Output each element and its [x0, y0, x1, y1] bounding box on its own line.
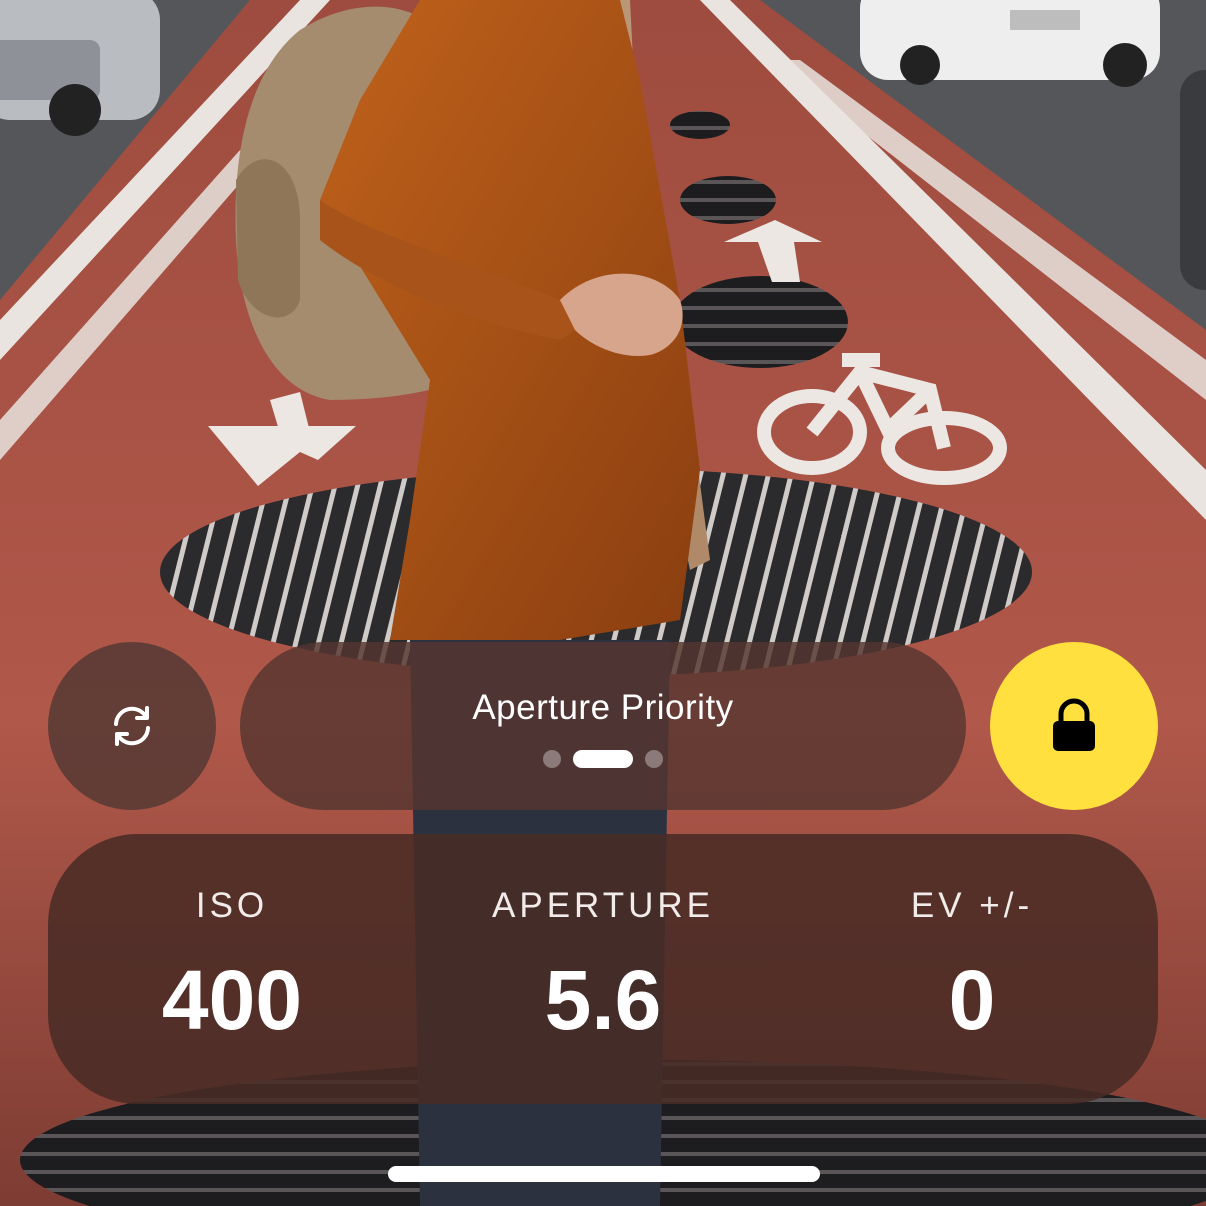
mode-page-dot-active[interactable] [573, 750, 633, 768]
ev-value: 0 [948, 953, 996, 1047]
ev-setting[interactable]: EV +/- 0 [822, 834, 1122, 1104]
aperture-value: 5.6 [544, 953, 662, 1047]
lock-icon [1053, 698, 1095, 751]
mode-page-dot[interactable] [645, 750, 663, 768]
aperture-setting[interactable]: APERTURE 5.6 [453, 834, 753, 1104]
mode-page-dot[interactable] [543, 750, 561, 768]
ev-label: EV +/- [910, 886, 1034, 925]
home-indicator[interactable] [388, 1166, 820, 1182]
iso-value: 400 [161, 953, 303, 1047]
exposure-lock-button[interactable] [990, 642, 1158, 810]
iso-label: ISO [195, 886, 269, 925]
exposure-settings-panel: ISO 400 APERTURE 5.6 EV +/- 0 [48, 834, 1158, 1104]
aperture-label: APERTURE [492, 886, 714, 925]
iso-setting[interactable]: ISO 400 [82, 834, 382, 1104]
